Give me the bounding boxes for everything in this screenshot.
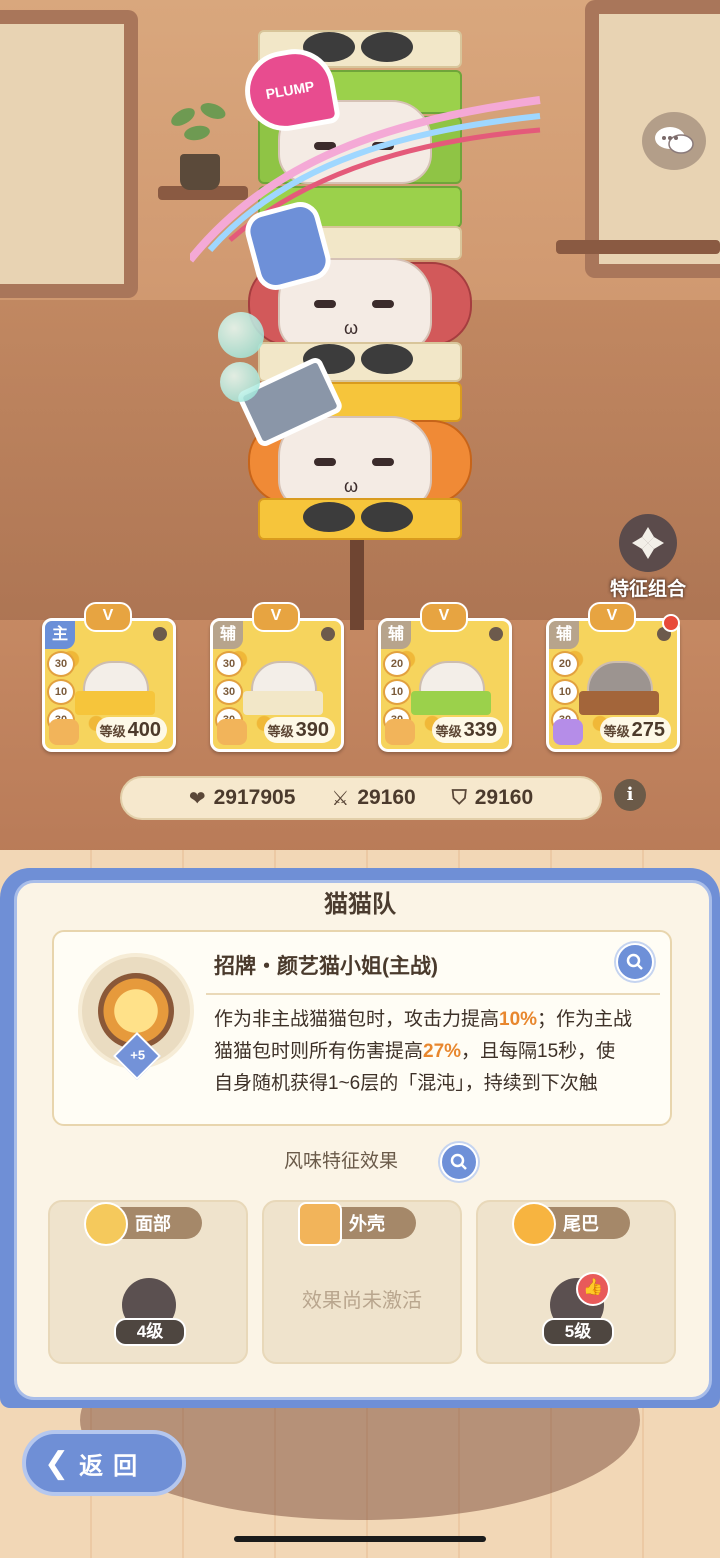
grade-badge: V xyxy=(420,602,468,632)
back-label: 返回 xyxy=(79,1452,148,1480)
lock-icon[interactable] xyxy=(321,627,335,641)
slot-inactive-text: 效果尚未激活 xyxy=(302,1290,422,1312)
flavor-effect-title: 风味特征效果 xyxy=(283,1151,398,1172)
team-stats-bar: ❤ 2917905 ⚔ 29160 ⛉ 29160 xyxy=(120,776,602,820)
back-arrow-icon: ❮ xyxy=(44,1446,70,1480)
team-card-sub-3[interactable]: V 辅 201030 等级275 xyxy=(546,602,680,752)
attack-value: 29160 xyxy=(357,786,416,809)
grade-badge: V xyxy=(588,602,636,632)
card-frame: 辅 303030 等级390 xyxy=(210,618,344,752)
cat-face-icon xyxy=(84,1202,128,1246)
level-pill: 等级 400 xyxy=(95,717,167,743)
band xyxy=(411,691,491,715)
paw-icon xyxy=(49,719,79,745)
card-frame: 主 301030 等级400 xyxy=(42,618,176,752)
home-indicator[interactable] xyxy=(234,1536,486,1542)
magnifier-icon xyxy=(450,1153,467,1170)
cat-face: ω xyxy=(278,416,432,510)
skill-avatar[interactable]: +5 xyxy=(78,953,194,1081)
bubble-effect xyxy=(218,312,264,358)
chat-bubble-icon xyxy=(655,127,694,154)
flower-icon xyxy=(619,514,677,572)
grade-badge: V xyxy=(84,602,132,632)
paw-icon xyxy=(217,719,247,745)
hp-stat: ❤ 2917905 xyxy=(189,786,296,811)
chat-button[interactable] xyxy=(642,112,706,170)
flavor-zoom-button[interactable] xyxy=(440,1143,478,1181)
role-badge: 辅 xyxy=(381,621,411,649)
level-pill: 等级 275 xyxy=(599,717,671,743)
grade-badge: V xyxy=(252,602,300,632)
band xyxy=(579,691,659,715)
defense-value: 29160 xyxy=(474,786,534,809)
team-card-main[interactable]: V 主 301030 等级400 xyxy=(42,602,176,752)
slot-level: 5级 xyxy=(542,1318,614,1346)
back-button[interactable]: ❮ 返回 xyxy=(22,1430,186,1496)
flavor-slot-face[interactable]: 面部 4级 xyxy=(48,1200,248,1364)
slot-level: 4级 xyxy=(114,1318,186,1346)
role-badge: 主 xyxy=(45,621,75,649)
rainbow-swoosh-effect xyxy=(190,96,541,263)
skill-name: 招牌・颜艺猫小姐(主战) xyxy=(214,955,438,978)
card-frame: 辅 201030 等级275 xyxy=(546,618,680,752)
cat-paws xyxy=(303,502,413,532)
feature-combo-button[interactable]: 特征组合 xyxy=(598,514,698,601)
info-icon[interactable]: i xyxy=(614,779,646,811)
notification-dot xyxy=(662,614,680,632)
role-badge: 辅 xyxy=(213,621,243,649)
level-pill: 等级 390 xyxy=(263,717,335,743)
bubble-effect xyxy=(220,362,260,402)
tail-icon xyxy=(512,1202,556,1246)
team-card-sub-1[interactable]: V 辅 303030 等级390 xyxy=(210,602,344,752)
panel-title: 猫猫队 xyxy=(324,891,396,918)
thumbs-up-icon: 👍 xyxy=(576,1272,610,1306)
level-value: 400 xyxy=(127,719,161,741)
card-frame: 辅 201030 等级339 xyxy=(378,618,512,752)
crossed-swords-icon: ⚔ xyxy=(331,787,350,810)
team-card-sub-2[interactable]: V 辅 201030 等级339 xyxy=(378,602,512,752)
wall-shelf-right xyxy=(556,240,720,254)
level-value: 390 xyxy=(295,719,329,741)
lock-icon[interactable] xyxy=(489,627,503,641)
window-left xyxy=(0,10,138,298)
skill-description[interactable]: 作为非主战猫猫包时，攻击力提高10%；作为主战猫猫包时则所有伤害提高27%，且每… xyxy=(214,1004,634,1104)
hp-value: 2917905 xyxy=(213,786,296,809)
skill-zoom-button[interactable] xyxy=(616,943,654,981)
defense-stat: ⛉ 29160 xyxy=(452,786,533,810)
level-pill: 等级 339 xyxy=(431,717,503,743)
heart-icon: ❤ xyxy=(188,787,206,810)
divider xyxy=(206,993,660,995)
shield-icon: ⛉ xyxy=(451,786,467,809)
band xyxy=(243,691,323,715)
table-leg xyxy=(350,540,364,630)
attack-stat: ⚔ 29160 xyxy=(331,786,415,811)
magnifier-icon xyxy=(626,953,643,970)
bread-shell-icon xyxy=(298,1202,342,1246)
paw-icon xyxy=(385,719,415,745)
paw-icon xyxy=(553,719,583,745)
lock-icon[interactable] xyxy=(153,627,167,641)
feature-combo-label: 特征组合 xyxy=(609,579,686,600)
level-value: 275 xyxy=(631,719,665,741)
flavor-slot-shell[interactable]: 外壳 效果尚未激活 xyxy=(262,1200,462,1364)
role-badge: 辅 xyxy=(549,621,579,649)
level-value: 339 xyxy=(463,719,497,741)
band xyxy=(75,691,155,715)
flavor-slot-tail[interactable]: 尾巴 👍 5级 xyxy=(476,1200,676,1364)
